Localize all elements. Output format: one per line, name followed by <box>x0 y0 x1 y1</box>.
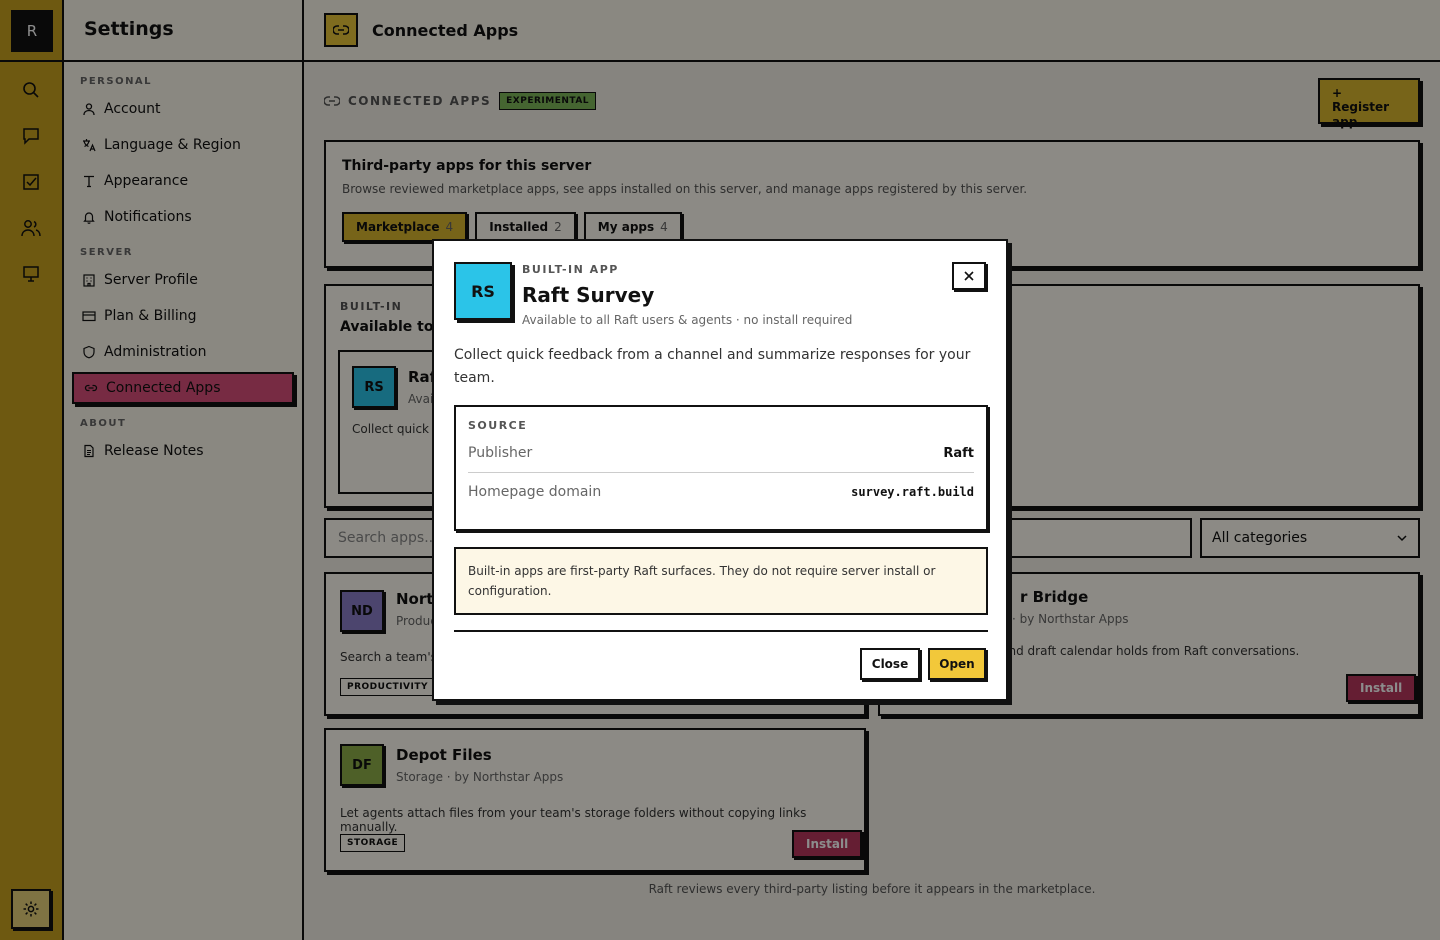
modal-divider <box>454 630 988 632</box>
modal-subtitle: Available to all Raft users & agents · n… <box>522 313 853 327</box>
source-value: Raft <box>943 445 974 461</box>
modal-description: Collect quick feedback from a channel an… <box>454 347 971 386</box>
close-button[interactable]: Close <box>860 648 920 680</box>
source-label: Publisher <box>468 445 533 461</box>
source-row-homepage: Homepage domain survey.raft.build <box>468 473 974 511</box>
open-button[interactable]: Open <box>928 648 986 680</box>
source-heading: SOURCE <box>468 419 528 432</box>
source-row-publisher: Publisher Raft <box>468 434 974 472</box>
source-label: Homepage domain <box>468 484 602 500</box>
modal-title: Raft Survey <box>522 283 655 307</box>
modal-close-button[interactable] <box>952 262 986 290</box>
source-panel: SOURCE Publisher Raft Homepage domain su… <box>454 405 988 531</box>
modal-kicker: BUILT-IN APP <box>522 263 619 276</box>
app-avatar: RS <box>454 262 512 320</box>
app-detail-modal: RS BUILT-IN APP Raft Survey Available to… <box>432 239 1008 701</box>
close-icon <box>964 271 974 281</box>
source-value: survey.raft.build <box>851 485 974 499</box>
builtin-note: Built-in apps are first-party Raft surfa… <box>454 547 988 615</box>
